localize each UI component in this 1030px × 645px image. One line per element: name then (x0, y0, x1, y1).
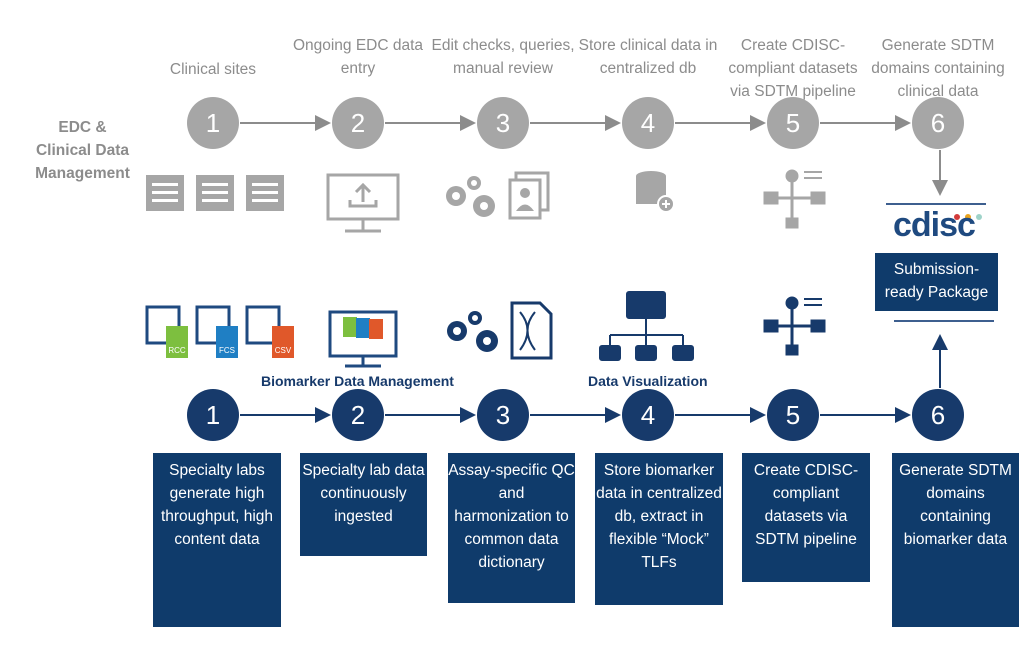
bottom-step-circle: 3 (477, 389, 529, 441)
bottom-step-box: Generate SDTM domains containing biomark… (892, 453, 1019, 627)
submission-package: Submission-ready Package (875, 253, 998, 311)
csv-file-label: CSV (274, 346, 292, 355)
top-step-label: Edit checks, queries, manual review (431, 37, 575, 77)
top-step-circle: 4 (622, 97, 674, 149)
top-step-label: Store clinical data in centralized db (578, 37, 718, 77)
section-label-edc: EDC & Clinical Data Management (35, 119, 130, 182)
section-label-visualization: Data Visualization (588, 373, 708, 389)
pipeline-icon (763, 169, 826, 229)
monitor-upload-icon (326, 173, 400, 233)
cdisc-logo: cdisc (893, 206, 976, 244)
top-step-label: Clinical sites (169, 61, 257, 78)
fcs-file-label: FCS (219, 346, 235, 355)
top-step-circle: 1 (187, 97, 239, 149)
section-label-biomarker: Biomarker Data Management (261, 373, 454, 389)
bottom-step-box: Create CDISC-compliant datasets via SDTM… (742, 453, 870, 582)
top-step-circle: 6 (912, 97, 964, 149)
bottom-step-circle: 5 (767, 389, 819, 441)
diagram: RCC FCS CSV EDC & Clinical Data Manageme… (0, 0, 1030, 645)
bottom-step-circle: 1 (187, 389, 239, 441)
top-step-circle: 3 (477, 97, 529, 149)
data-hierarchy-icon (599, 291, 694, 361)
bottom-step-box: Specialty lab data continuously ingested (300, 453, 427, 556)
rcc-file-label: RCC (168, 346, 186, 355)
bottom-step-box: Store biomarker data in centralized db, … (595, 453, 723, 605)
top-step-circle: 2 (332, 97, 384, 149)
pipeline-icon-navy (763, 296, 826, 356)
bottom-step-circle: 4 (622, 389, 674, 441)
bottom-step-circle: 6 (912, 389, 964, 441)
top-step-label: Create CDISC-compliant datasets via SDTM… (728, 37, 858, 100)
top-step-label: Generate SDTM domains containing clinica… (871, 37, 1005, 100)
bottom-step-circle: 2 (332, 389, 384, 441)
top-step-circle: 5 (767, 97, 819, 149)
database-add-icon (636, 171, 675, 213)
bottom-step-box: Specialty labs generate high throughput,… (153, 453, 281, 627)
bottom-step-box: Assay-specific QC and harmonization to c… (448, 453, 575, 603)
top-step-label: Ongoing EDC data entry (292, 37, 424, 77)
